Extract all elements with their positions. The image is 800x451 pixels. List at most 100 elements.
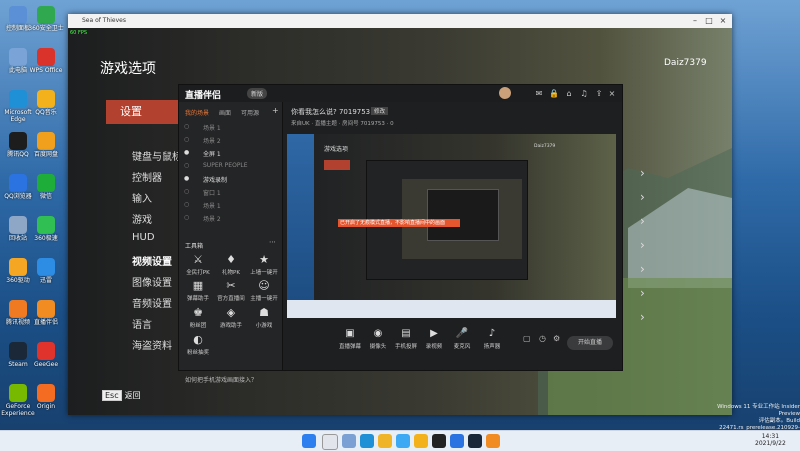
eye-icon[interactable]: ○ <box>184 136 189 143</box>
desktop-icon[interactable]: WPS Office <box>26 48 66 74</box>
task-view-icon[interactable] <box>342 434 356 448</box>
avatar[interactable] <box>499 87 511 99</box>
speaker-button[interactable]: ♪ 扬声器 <box>477 328 507 350</box>
tab-picture[interactable]: 画面 <box>219 108 231 117</box>
tool-danmu[interactable]: ▦ 弹幕助手 <box>181 280 215 303</box>
eye-icon[interactable]: ○ <box>184 201 189 208</box>
tool-anchor[interactable]: ☺ 主播一键开 <box>247 280 281 303</box>
tool-pk[interactable]: ⚔ 全民打PK <box>181 254 215 277</box>
desktop-icon-label: GeeGee <box>33 361 59 368</box>
more-icon[interactable]: ⋯ <box>269 238 276 246</box>
tool-fans[interactable]: ♚ 粉丝团 <box>181 307 215 330</box>
close-icon[interactable]: × <box>607 89 617 99</box>
close-icon[interactable]: × <box>716 15 730 27</box>
version-badge[interactable]: 新版 <box>247 88 268 99</box>
edge-icon[interactable] <box>360 434 374 448</box>
scene-row[interactable]: ○ SUPER PEOPLE <box>183 162 279 173</box>
steam-icon[interactable] <box>432 434 446 448</box>
scene-row[interactable]: ● 游戏录制 <box>183 175 279 186</box>
desktop-icon[interactable]: 百度网盘 <box>26 132 66 158</box>
share-icon[interactable]: ⇪ <box>594 89 604 99</box>
desktop-icon[interactable]: 迅雷 <box>26 258 66 284</box>
desktop-icon[interactable]: GeeGee <box>26 342 66 368</box>
bell-icon[interactable]: ♫ <box>579 89 589 99</box>
eye-icon[interactable]: ○ <box>184 188 189 195</box>
window-title: Sea of Thieves <box>82 17 126 24</box>
menu-item-controller[interactable]: 控制器 <box>132 169 162 184</box>
qq-music-icon[interactable] <box>414 434 428 448</box>
clock[interactable]: 14:31 2021/9/22 <box>755 433 786 447</box>
chevron-right-icon[interactable]: › <box>640 238 658 256</box>
menu-item-input[interactable]: 输入 <box>132 190 152 205</box>
desktop-icon[interactable]: 360安全卫士 <box>26 6 66 32</box>
scene-row[interactable]: ○ 场景 1 <box>183 123 279 134</box>
danmu-button[interactable]: ▣ 直播弹幕 <box>335 328 365 350</box>
tool-game-helper[interactable]: ◈ 游戏助手 <box>214 307 248 330</box>
desktop-icon[interactable]: QQ音乐 <box>26 90 66 116</box>
desktop-icon[interactable]: 直播伴侣 <box>26 300 66 326</box>
menu-item-pirate-profile[interactable]: 海盗资料 <box>132 337 172 352</box>
chevron-right-icon[interactable]: › <box>640 166 658 184</box>
chevron-right-icon[interactable]: › <box>640 190 658 208</box>
maximize-icon[interactable]: □ <box>702 15 716 27</box>
eye-icon[interactable]: ● <box>184 149 189 156</box>
preview-game: 游戏选项 Daiz7379 <box>314 134 616 300</box>
edit-room-button[interactable]: 修改 <box>371 107 389 115</box>
camera-button[interactable]: ◉ 摄像头 <box>363 328 393 350</box>
chevron-right-icon[interactable]: › <box>640 286 658 304</box>
eye-icon[interactable]: ○ <box>184 123 189 130</box>
microphone-button[interactable]: 🎤 麦克风 <box>447 328 477 350</box>
tool-official[interactable]: ✂ 官方直播间 <box>214 280 248 303</box>
menu-item-graphics[interactable]: 图像设置 <box>132 274 172 289</box>
start-live-button[interactable]: 开始直播 <box>567 336 613 350</box>
eye-icon[interactable]: ○ <box>184 214 189 221</box>
lock-icon[interactable]: 🔒 <box>549 89 559 99</box>
eye-icon[interactable]: ○ <box>184 162 189 169</box>
scene-row[interactable]: ○ 场景 2 <box>183 136 279 147</box>
start-icon[interactable] <box>302 434 316 448</box>
tool-wall[interactable]: ★ 上墙一键开 <box>247 254 281 277</box>
app-icon <box>9 132 27 150</box>
menu-item-video[interactable]: 视频设置 <box>132 253 172 268</box>
chevron-right-icon[interactable]: › <box>640 214 658 232</box>
menu-item-keyboard-mouse[interactable]: 键盘与鼠标 <box>132 148 182 163</box>
tool-mini-game[interactable]: ☗ 小游戏 <box>247 307 281 330</box>
help-link[interactable]: 如何把手机游戏画面接入？ <box>185 375 257 384</box>
folder-icon[interactable] <box>378 434 392 448</box>
minimize-icon[interactable]: – <box>688 15 702 27</box>
clock-icon[interactable]: ◷ <box>539 334 546 343</box>
chevron-right-icon[interactable]: › <box>640 262 658 280</box>
browser-icon[interactable] <box>450 434 464 448</box>
scene-row[interactable]: ○ 场景 2 <box>183 214 279 225</box>
phone-cast-button[interactable]: ▤ 手机投屏 <box>391 328 421 350</box>
desktop-icon-label: 迅雷 <box>39 277 52 284</box>
desktop-icon[interactable]: 360极速 <box>26 216 66 242</box>
tool-lottery[interactable]: ◐ 粉丝抽奖 <box>181 334 215 357</box>
screenshot-icon[interactable]: ▢ <box>523 334 531 343</box>
desktop-icon[interactable]: Origin <box>26 384 66 410</box>
scene-row[interactable]: ● 全屏 1 <box>183 149 279 160</box>
eye-icon[interactable]: ● <box>184 175 189 182</box>
scene-row[interactable]: ○ 场景 1 <box>183 201 279 212</box>
menu-item-language[interactable]: 语言 <box>132 316 152 331</box>
menu-item-game[interactable]: 游戏 <box>132 211 152 226</box>
store-icon[interactable] <box>396 434 410 448</box>
scene-row[interactable]: ○ 窗口 1 <box>183 188 279 199</box>
tab-my-scenes[interactable]: 我的场景 <box>185 108 209 117</box>
record-button[interactable]: ▶ 录视频 <box>419 328 449 350</box>
gear-icon[interactable]: ⚙ <box>553 334 560 343</box>
broadcaster-icon[interactable] <box>486 434 500 448</box>
back-hint[interactable]: Esc 返回 <box>102 390 141 401</box>
chevron-right-icon[interactable]: › <box>640 310 658 328</box>
stream-preview[interactable]: 游戏选项 Daiz7379 已开启了无痕模式直播，不影响直播间中的画面 <box>287 134 616 318</box>
game-icon[interactable] <box>468 434 482 448</box>
menu-item-hud[interactable]: HUD <box>132 232 155 243</box>
desktop-icon[interactable]: 微信 <box>26 174 66 200</box>
tab-sources[interactable]: 可用源 <box>241 108 259 117</box>
message-icon[interactable]: ✉ <box>534 89 544 99</box>
menu-item-audio[interactable]: 音频设置 <box>132 295 172 310</box>
search-icon[interactable] <box>322 434 338 450</box>
tool-gift-pk[interactable]: ♦ 礼物PK <box>214 254 248 277</box>
add-icon[interactable]: + <box>272 106 279 115</box>
cart-icon[interactable]: ⌂ <box>564 89 574 99</box>
